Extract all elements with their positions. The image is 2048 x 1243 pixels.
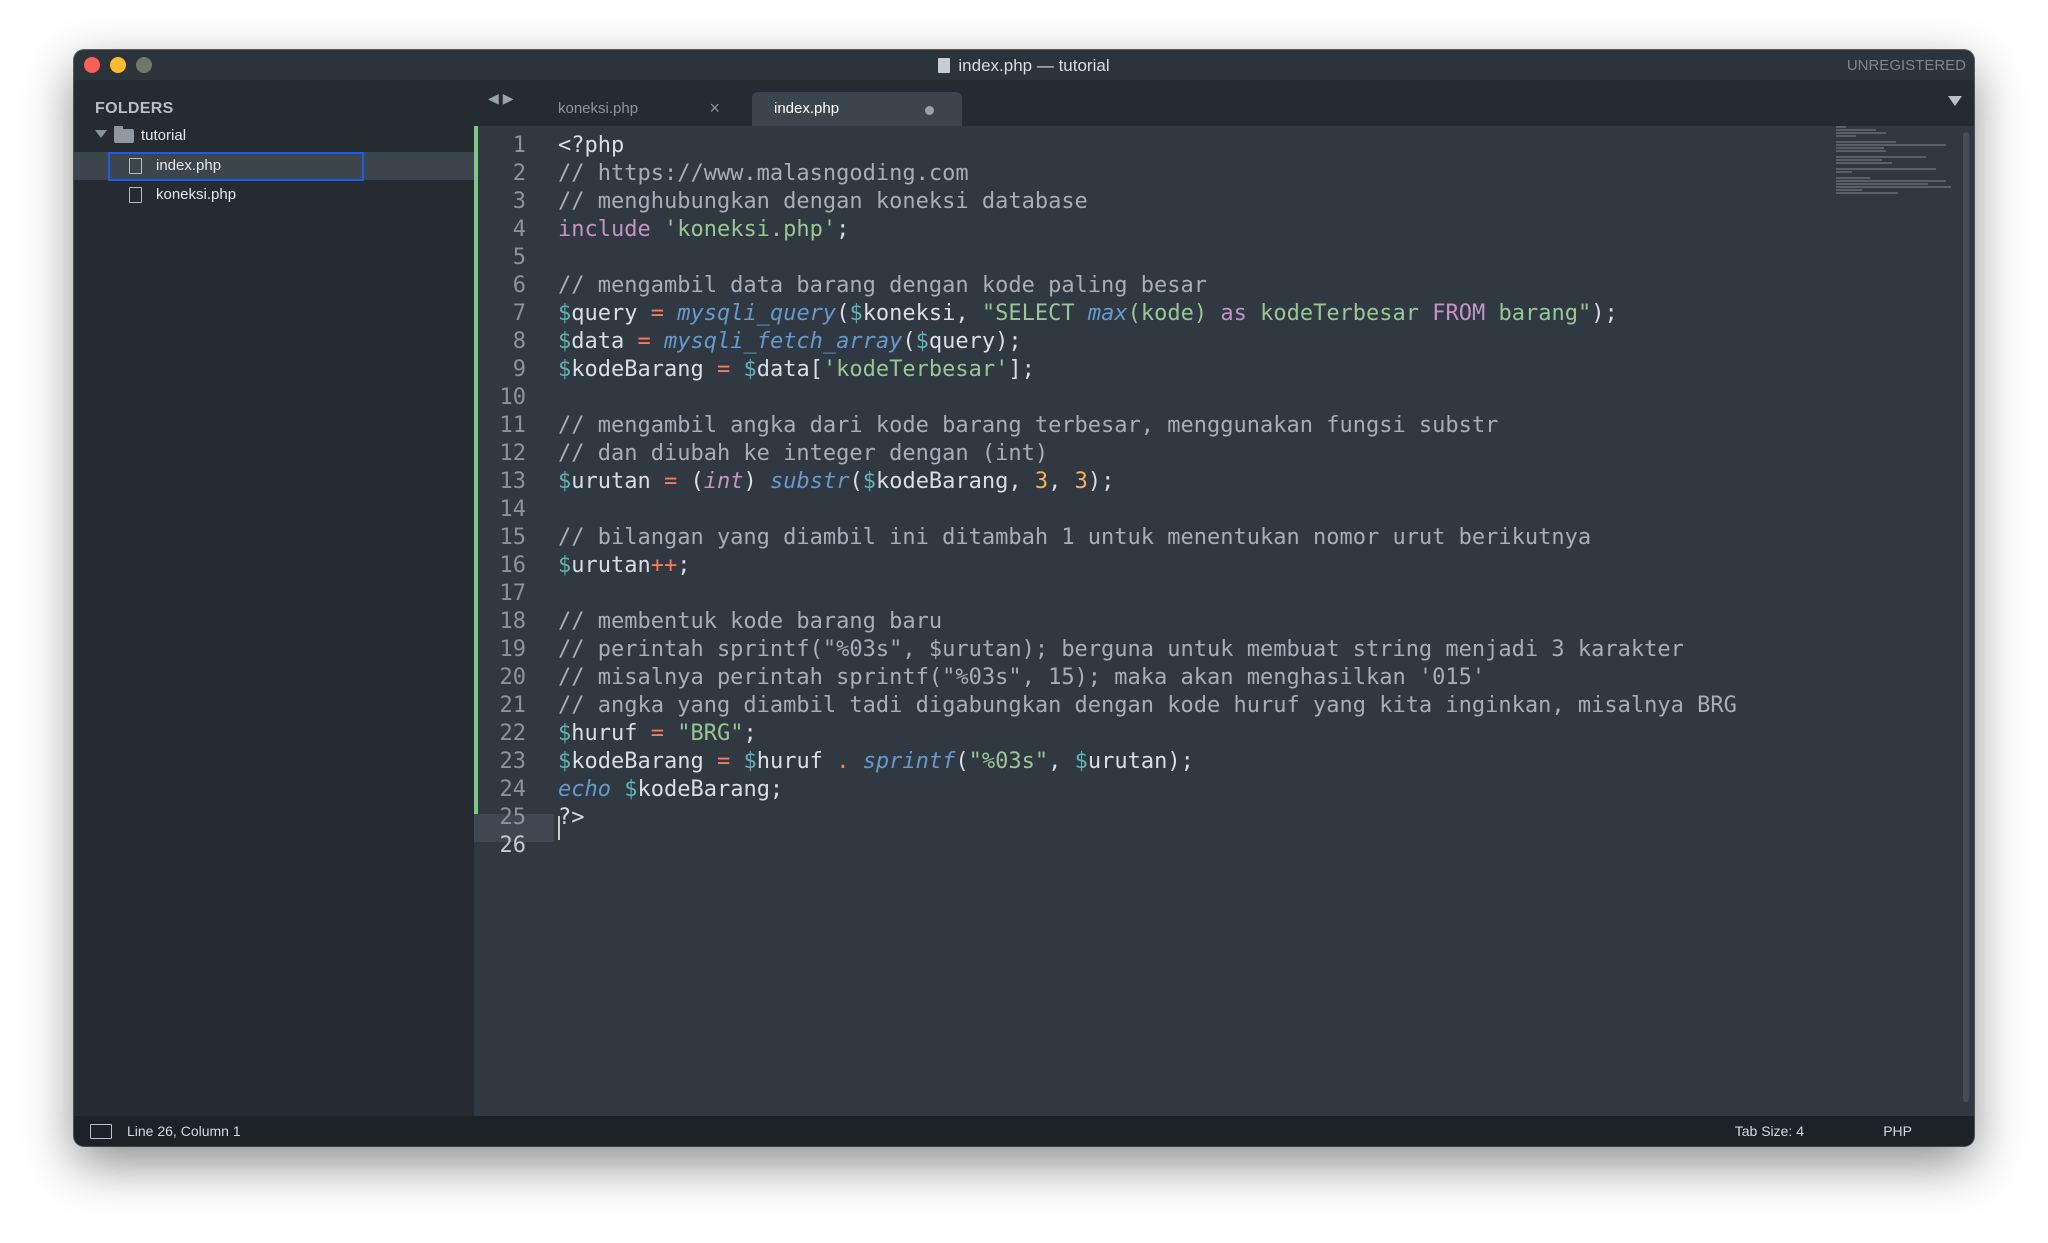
- code-line: $query = mysqli_query($koneksi, "SELECT …: [558, 301, 1618, 326]
- line-number[interactable]: 22: [474, 720, 527, 748]
- line-number[interactable]: 1: [474, 132, 526, 160]
- unregistered-label: UNREGISTERED: [1846, 57, 1966, 74]
- code-line: $kodeBarang = $data['kodeTerbesar'];: [558, 357, 1035, 382]
- code-line: $kodeBarang = $huruf . sprintf("%03s", $…: [558, 749, 1194, 774]
- syntax-selector[interactable]: PHP: [1883, 1123, 1912, 1139]
- tab-label: index.php: [774, 100, 840, 117]
- code-line: // menghubungkan dengan koneksi database: [558, 189, 1088, 214]
- line-number[interactable]: 26: [474, 832, 527, 860]
- line-number[interactable]: 18: [474, 608, 527, 636]
- vertical-scrollbar[interactable]: [1962, 126, 1970, 1116]
- code-line: $urutan++;: [558, 553, 691, 578]
- line-number[interactable]: 12: [474, 440, 527, 468]
- folder-tutorial[interactable]: tutorial: [74, 122, 474, 150]
- line-number[interactable]: 4: [474, 216, 526, 244]
- sidebar-file-koneksi-php[interactable]: koneksi.php: [74, 181, 474, 209]
- code-line: // misalnya perintah sprintf("%03s", 15)…: [558, 665, 1486, 690]
- line-number[interactable]: 11: [474, 412, 527, 440]
- window-title-text: index.php — tutorial: [958, 56, 1110, 75]
- scrollbar-thumb[interactable]: [1963, 132, 1969, 1102]
- code-line: $urutan = (int) substr($kodeBarang, 3, 3…: [558, 469, 1115, 494]
- tab-list-dropdown-icon[interactable]: [1948, 96, 1962, 106]
- code-editor[interactable]: 1 2 3 4 5 6 7 8 9 10 11 12 13 14 15 16 17 18 19 20 21 22 23 24 2…: [474, 126, 1974, 1116]
- file-label: index.php: [156, 157, 222, 174]
- status-bar: Line 26, Column 1 Tab Size: 4 PHP: [74, 1116, 1974, 1146]
- line-number[interactable]: 6: [474, 272, 526, 300]
- folder-label: tutorial: [141, 127, 187, 144]
- line-number[interactable]: 8: [474, 328, 526, 356]
- selection-highlight: [108, 152, 364, 181]
- editor-window: index.php — tutorial UNREGISTERED FOLDER…: [74, 50, 1974, 1146]
- line-number[interactable]: 9: [474, 356, 526, 384]
- code-line: ?>: [558, 805, 585, 830]
- code-line: // bilangan yang diambil ini ditambah 1 …: [558, 525, 1592, 550]
- tab-bar: ◀▶ koneksi.php × index.php: [474, 80, 1974, 126]
- tab-size-selector[interactable]: Tab Size: 4: [1735, 1123, 1804, 1139]
- cursor-position: Line 26, Column 1: [127, 1123, 241, 1139]
- line-number[interactable]: 21: [474, 692, 527, 720]
- code-line: echo $kodeBarang;: [558, 777, 784, 802]
- title-bar: index.php — tutorial UNREGISTERED: [74, 50, 1974, 80]
- tab-label: koneksi.php: [558, 100, 639, 117]
- code-line: // https://www.malasngoding.com: [558, 161, 969, 186]
- code-line: include 'koneksi.php';: [558, 217, 850, 242]
- code-line: $huruf = "BRG";: [558, 721, 757, 746]
- line-number[interactable]: 2: [474, 160, 526, 188]
- tab-nav-arrows-icon[interactable]: ◀▶: [488, 90, 518, 107]
- code-line: $data = mysqli_fetch_array($query);: [558, 329, 1022, 354]
- disclosure-arrow-icon[interactable]: [95, 130, 107, 138]
- line-number[interactable]: 5: [474, 244, 526, 272]
- folder-icon: [114, 126, 134, 143]
- line-number[interactable]: 24: [474, 776, 527, 804]
- document-icon: [938, 58, 951, 73]
- sidebar: FOLDERS tutorial index.php koneksi.php: [74, 80, 474, 1116]
- file-icon: [129, 158, 142, 174]
- unsaved-dot-icon[interactable]: [925, 106, 934, 115]
- line-number[interactable]: 23: [474, 748, 527, 776]
- line-number[interactable]: 14: [474, 496, 527, 524]
- line-number[interactable]: 16: [474, 552, 527, 580]
- tab-index-php[interactable]: index.php: [752, 92, 962, 126]
- line-number[interactable]: 13: [474, 468, 527, 496]
- minimap[interactable]: [1836, 126, 1956, 196]
- code-line: // dan diubah ke integer dengan (int): [558, 441, 1049, 466]
- file-icon: [129, 187, 142, 203]
- code-line: // mengambil data barang dengan kode pal…: [558, 273, 1208, 298]
- code-line: // mengambil angka dari kode barang terb…: [558, 413, 1499, 438]
- line-number[interactable]: 15: [474, 524, 527, 552]
- line-number[interactable]: 25: [474, 804, 527, 832]
- code-line: // membentuk kode barang baru: [558, 609, 943, 634]
- file-label: koneksi.php: [156, 186, 237, 203]
- folders-heading: FOLDERS: [95, 100, 174, 117]
- line-number[interactable]: 3: [474, 188, 526, 216]
- tab-koneksi-php[interactable]: koneksi.php ×: [536, 92, 736, 126]
- line-number[interactable]: 10: [474, 384, 527, 412]
- line-number[interactable]: 19: [474, 636, 527, 664]
- code-line: <?php: [558, 133, 625, 158]
- code-line: // angka yang diambil tadi digabungkan d…: [558, 693, 1737, 718]
- close-tab-icon[interactable]: ×: [709, 98, 720, 119]
- text-cursor: [558, 816, 560, 840]
- line-number[interactable]: 20: [474, 664, 527, 692]
- line-number[interactable]: 7: [474, 300, 526, 328]
- panel-toggle-icon[interactable]: [90, 1124, 112, 1139]
- line-number[interactable]: 17: [474, 580, 527, 608]
- sidebar-file-index-php[interactable]: index.php: [74, 152, 474, 181]
- window-title: index.php — tutorial: [74, 56, 1974, 76]
- code-line: // perintah sprintf("%03s", $urutan); be…: [558, 637, 1684, 662]
